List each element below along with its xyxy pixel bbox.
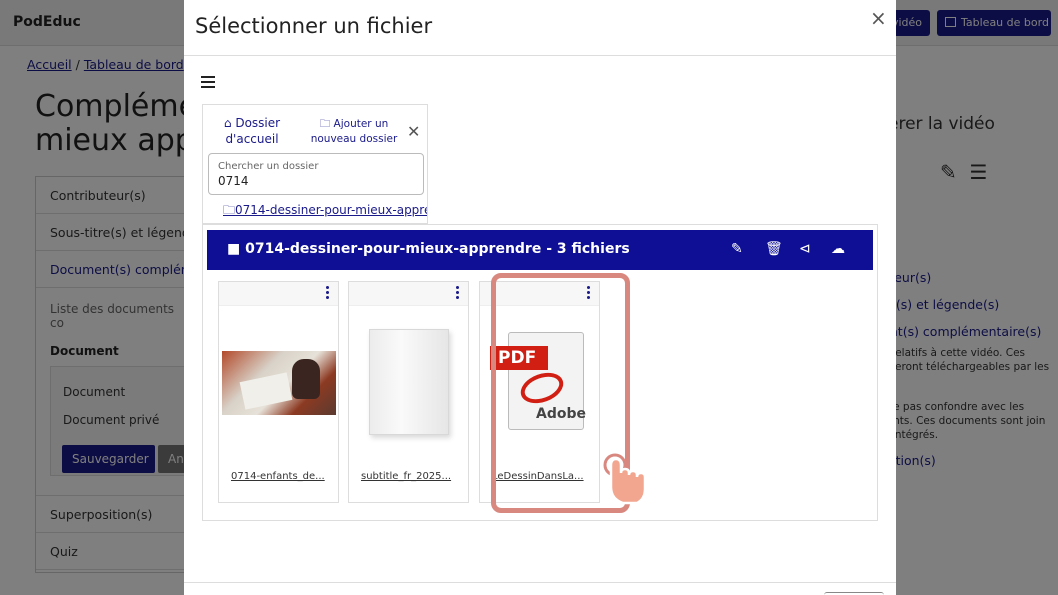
- file-card[interactable]: subtitle_fr_2025...: [348, 281, 469, 503]
- search-value: 0714: [218, 174, 249, 188]
- modal-footer-divider: [184, 582, 896, 583]
- home-folder-label: Dossier d'accueil: [225, 116, 281, 146]
- hand-pointer-icon: [603, 453, 647, 505]
- modal-title: Sélectionner un fichier: [195, 14, 433, 38]
- folder-icon: 🗀: [223, 203, 236, 217]
- file-name[interactable]: 0714-enfants_de...: [231, 471, 325, 482]
- upload-icon[interactable]: ☁: [831, 241, 845, 257]
- files-area: ■ 0714-dessiner-pour-mieux-apprendre - 3…: [202, 224, 878, 521]
- text-file-icon: [369, 329, 449, 435]
- search-label: Chercher un dossier: [218, 161, 319, 172]
- home-folder-link[interactable]: ⌂ Dossier d'accueil: [217, 115, 287, 147]
- share-icon[interactable]: ⊲: [799, 241, 811, 257]
- folder-sidepanel: ⌂ Dossier d'accueil 🗀 Ajouter un nouveau…: [202, 104, 428, 224]
- folder-icon: ■: [227, 241, 241, 257]
- panel-close-icon[interactable]: ✕: [407, 122, 420, 141]
- current-folder-bar: ■ 0714-dessiner-pour-mieux-apprendre - 3…: [207, 230, 873, 270]
- modal-header: Sélectionner un fichier ×: [184, 0, 896, 56]
- more-icon[interactable]: [326, 286, 330, 301]
- folder-result-label: 0714-dessiner-pour-mieux-appre: [235, 203, 427, 217]
- close-icon[interactable]: ×: [870, 6, 887, 30]
- image-thumbnail: [222, 351, 336, 415]
- delete-icon[interactable]: 🗑: [765, 241, 783, 257]
- current-folder-label: 0714-dessiner-pour-mieux-apprendre - 3 f…: [245, 241, 630, 257]
- rename-icon[interactable]: ✎: [731, 241, 743, 257]
- folder-result-link[interactable]: 🗀0714-dessiner-pour-mieux-appre: [223, 201, 427, 222]
- add-folder-link[interactable]: 🗀 Ajouter un nouveau dossier: [309, 117, 399, 147]
- file-name[interactable]: subtitle_fr_2025...: [361, 471, 451, 482]
- folder-plus-icon: 🗀: [319, 118, 331, 130]
- folder-search-input[interactable]: Chercher un dossier 0714: [208, 153, 424, 195]
- file-card[interactable]: 0714-enfants_de...: [218, 281, 339, 503]
- file-picker-modal: Sélectionner un fichier × ⌂ Dossier d'ac…: [184, 0, 896, 595]
- current-folder-name: ■ 0714-dessiner-pour-mieux-apprendre - 3…: [227, 241, 630, 257]
- more-icon[interactable]: [456, 286, 460, 301]
- menu-toggle-icon[interactable]: [201, 76, 215, 91]
- home-icon: ⌂: [223, 116, 232, 130]
